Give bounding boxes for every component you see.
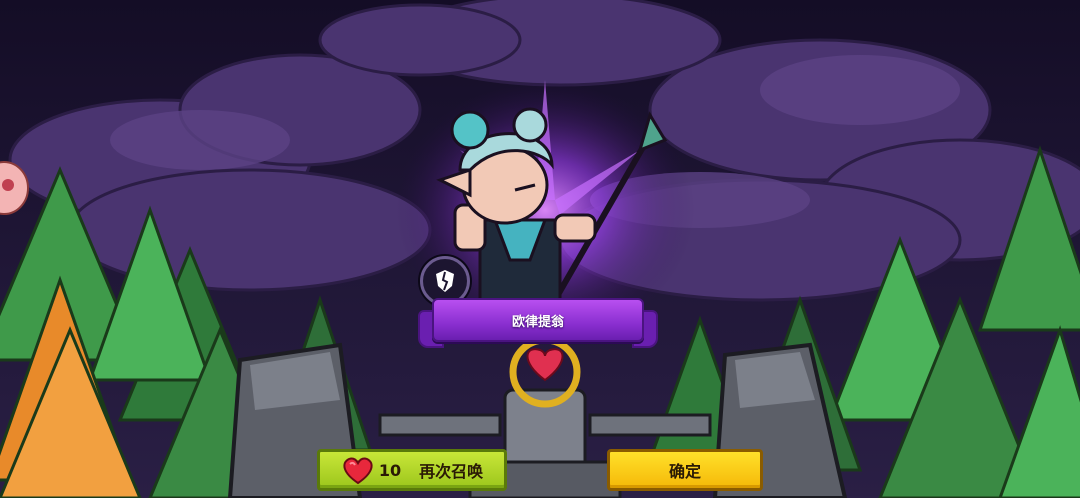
confirm-button[interactable]: 确定 [607,449,763,491]
summon-again-button[interactable]: 10 再次召唤 [317,449,507,491]
confirm-label: 确定 [668,462,701,481]
hero-name: 欧律提翁 [511,314,564,330]
heart-icon [343,457,373,485]
summon-cost: 10 [378,460,402,480]
cracked-shield-icon [436,270,454,292]
hero-name-banner: 欧律提翁 [418,298,658,348]
summon-again-label: 再次召唤 [419,462,484,481]
summon-scene [0,0,1080,498]
